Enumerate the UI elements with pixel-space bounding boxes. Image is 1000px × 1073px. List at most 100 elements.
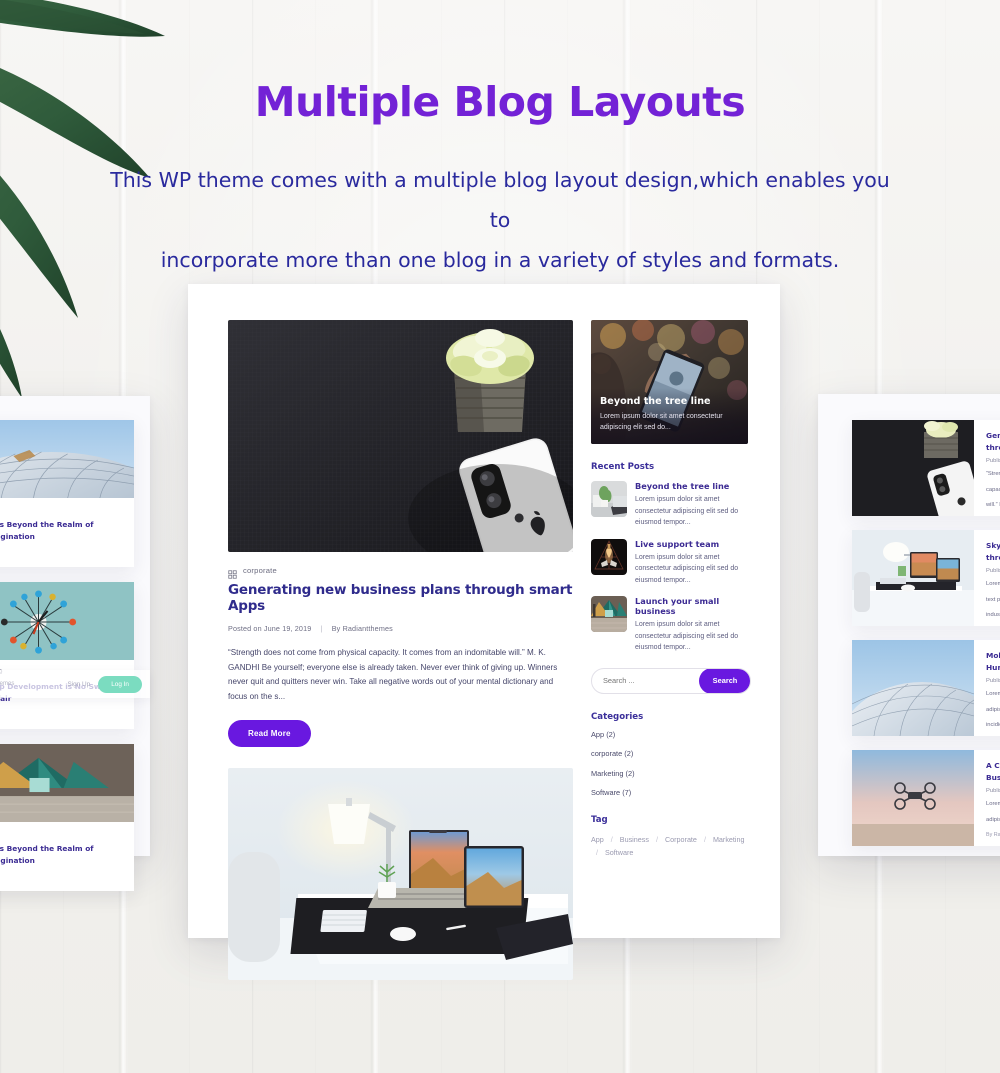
page-subtitle-line-1: This WP theme comes with a multiple blog… (110, 168, 890, 232)
log-in-button[interactable]: Log In (98, 675, 142, 693)
tag-icon (228, 566, 237, 579)
post-title[interactable]: Launch your small business (635, 596, 751, 616)
category-item[interactable]: App (2) (591, 730, 751, 739)
post-thumbnail (852, 530, 974, 626)
list-item[interactable]: Mobile Human Publishe Lorem ip adipiscin… (852, 640, 1000, 736)
post-author: By Radiantthemes (331, 624, 393, 633)
post-excerpt-line: Lorem ip (986, 801, 1000, 807)
search-bar[interactable]: Search (591, 667, 751, 694)
post-excerpt-line: text print (986, 596, 1000, 603)
post-excerpt-line: adipiscin (986, 706, 1000, 713)
post-author: By Radiantthemes (0, 711, 124, 717)
blog-main-column: corporate Generating new business plans … (228, 284, 573, 981)
post-thumbnail (852, 640, 974, 736)
tag-cloud: App / Business / Corporate / Marketing /… (591, 833, 751, 859)
post-excerpt: Lorem ipsum dolor sit amet consectetur a… (635, 553, 739, 584)
post-thumbnail (852, 750, 974, 846)
post-thumbnail (591, 596, 627, 632)
sign-up-link[interactable]: Sign Up (67, 681, 90, 688)
blog-sidebar: Beyond the tree line Lorem ipsum dolor s… (591, 284, 751, 938)
list-item[interactable]: July 15, 2016 Mobile Apps Beyond the Rea… (0, 744, 134, 891)
post-excerpt-line: capacity. (986, 486, 1000, 493)
right-blog-layout-preview[interactable]: Genera through Publishe “Strength capaci… (818, 394, 1000, 856)
post-title-line-2[interactable]: Human (986, 662, 1000, 674)
post-excerpt-line: adipiscin (986, 816, 1000, 823)
tag-heading: Tag (591, 815, 608, 825)
list-item[interactable]: Genera through Publishe “Strength capaci… (852, 420, 1000, 516)
tag-separator: / (703, 835, 706, 844)
read-more-button[interactable]: Read More (228, 720, 311, 748)
tag-separator: / (596, 848, 598, 857)
post-title-line-2[interactable]: through (986, 442, 1000, 454)
post-title[interactable]: Generating new business plans through sm… (228, 582, 573, 614)
tag-item[interactable]: App (591, 835, 604, 844)
floating-auth-bar[interactable]: Radiantthemes Sign Up Log In (0, 670, 150, 698)
post-meta: Posted on June 19, 2019 | By Radiantthem… (228, 624, 573, 633)
post-published: Publishe (986, 678, 1000, 684)
list-item[interactable]: A Creat Busines Publishe Lorem ip adipis… (852, 750, 1000, 846)
post-excerpt-line: will.” M. K (986, 502, 1000, 508)
post-title[interactable]: Mobile Apps Beyond the Realm of Human Im… (0, 843, 124, 867)
category-item[interactable]: Marketing (2) (591, 769, 751, 778)
post-title[interactable]: A Creat (986, 760, 1000, 772)
tag-item[interactable]: Software (605, 848, 633, 857)
featured-post-image (228, 320, 573, 552)
meta-separator: | (320, 624, 323, 633)
list-item[interactable]: Beyond the tree line Lorem ipsum dolor s… (591, 481, 751, 529)
post-thumbnail (591, 481, 627, 517)
post-thumbnail (852, 420, 974, 516)
post-title[interactable]: Genera (986, 430, 1000, 442)
featured-sidebar-card[interactable]: Beyond the tree line Lorem ipsum dolor s… (591, 320, 748, 444)
tag-separator: / (610, 835, 613, 844)
search-input[interactable] (603, 676, 699, 685)
post-date: June 13, 2019 (0, 507, 124, 514)
list-item[interactable]: Live support team Lorem ipsum dolor sit … (591, 538, 751, 587)
post-title[interactable]: Beyond the tree line (635, 481, 751, 491)
post-excerpt-line: incididun (986, 722, 1000, 728)
post-excerpt-line: Lorem Ip (986, 581, 1000, 587)
category-item[interactable]: Software (7) (591, 788, 751, 797)
post-title[interactable]: Live support team (635, 539, 751, 549)
post-excerpt: “Strength does not come from physical ca… (228, 648, 558, 701)
category-item[interactable]: corporate (2) (591, 749, 751, 758)
post-date: July 15, 2016 (0, 831, 124, 838)
list-item[interactable]: Skyrock through Publishe Lorem Ip text p… (852, 530, 1000, 626)
featured-card-title[interactable]: Beyond the tree line (600, 396, 739, 407)
list-item[interactable]: January 12, 2019 Android App Development… (0, 582, 134, 729)
list-item[interactable]: Launch your small business Lorem ipsum d… (591, 596, 751, 654)
search-button[interactable]: Search (699, 668, 750, 693)
post-excerpt-line: “Strength (986, 471, 1000, 477)
main-blog-layout-preview[interactable]: corporate Generating new business plans … (188, 284, 780, 981)
tag-item[interactable]: Business (620, 835, 649, 844)
recent-posts-list: Beyond the tree line Lorem ipsum dolor s… (591, 481, 751, 654)
post-published: Publishe (986, 788, 1000, 794)
post-excerpt: Lorem ipsum dolor sit amet consectetur a… (635, 621, 739, 651)
post-thumbnail (591, 538, 627, 575)
categories-list: App (2) corporate (2) Marketing (2) Soft… (591, 730, 751, 798)
post-author: By Radian (986, 832, 1000, 838)
post-category-label[interactable]: corporate (243, 566, 277, 575)
post-title[interactable]: Skyrock (986, 540, 1000, 552)
post-excerpt-line: Lorem ip (986, 691, 1000, 697)
post-title-line-2[interactable]: Busines (986, 772, 1000, 784)
post-thumbnail (0, 420, 134, 498)
tag-item[interactable]: Corporate (665, 835, 697, 844)
post-title[interactable]: Mobile Apps Beyond the Realm of Human Im… (0, 519, 124, 543)
auth-bar-muted-text: Radiantthemes (0, 681, 15, 687)
page-subtitle: This WP theme comes with a multiple blog… (100, 160, 900, 280)
post-excerpt-line: industry' (986, 612, 1000, 618)
post-category-row[interactable]: corporate (228, 566, 573, 579)
post-title-line-2[interactable]: through (986, 552, 1000, 564)
left-blog-layout-preview[interactable]: June 13, 2019 Mobile Apps Beyond the Rea… (0, 396, 150, 891)
post-thumbnail (0, 582, 134, 660)
hero-section: Multiple Blog Layouts This WP theme come… (0, 78, 1000, 280)
post-title[interactable]: Mobile (986, 650, 1000, 662)
post-author: By Radiantthemes (0, 549, 124, 555)
tag-separator: / (655, 835, 658, 844)
featured-card-overlay: Beyond the tree line Lorem ipsum dolor s… (591, 388, 748, 444)
list-item[interactable]: June 13, 2019 Mobile Apps Beyond the Rea… (0, 420, 134, 567)
tag-item[interactable]: Marketing (713, 835, 745, 844)
post-author: By Radiantthemes (0, 873, 124, 879)
post-thumbnail (0, 744, 134, 822)
second-post-image (228, 768, 573, 981)
